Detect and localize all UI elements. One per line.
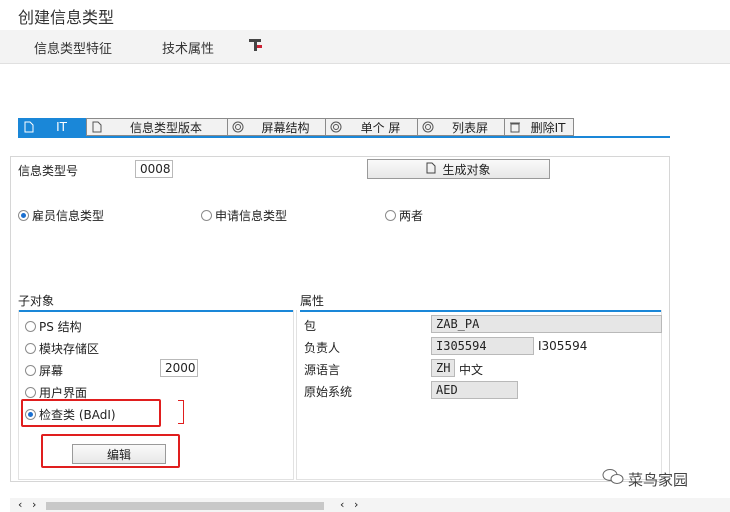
target-icon (420, 121, 436, 133)
attr-label-package: 包 (304, 319, 317, 333)
tab-delete-it[interactable]: 删除IT (504, 118, 574, 136)
tab-underline (18, 136, 670, 138)
tab-single-screen[interactable]: 单个 屏 (325, 118, 417, 136)
tab-it[interactable]: IT (18, 118, 86, 136)
document-icon (21, 121, 37, 133)
technical-attributes-button[interactable]: 技术属性 (162, 38, 214, 57)
scroll-left-icon[interactable]: ‹ (340, 498, 344, 511)
scroll-right-icon[interactable]: › (32, 498, 36, 511)
attr-value-original-system: AED (431, 381, 518, 399)
page-title: 创建信息类型 (18, 8, 115, 27)
hierarchy-icon[interactable] (248, 37, 264, 57)
attributes-header: 属性 (300, 292, 662, 312)
attr-label-original-system: 原始系统 (304, 385, 353, 399)
radio-ps-structure[interactable]: PS 结构 (25, 318, 82, 335)
attr-extra-owner: I305594 (538, 339, 588, 353)
radio-module-pool[interactable]: 模块存储区 (25, 340, 99, 357)
attr-value-owner: I305594 (431, 337, 534, 355)
trash-icon (507, 121, 523, 133)
screen-number-field[interactable]: 2000 (160, 359, 198, 377)
wechat-icon (602, 468, 624, 490)
radio-employee-infotype[interactable]: 雇员信息类型 (18, 207, 104, 224)
infotype-field[interactable]: 0008 (135, 160, 173, 178)
toolbar: 信息类型特征 技术属性 (0, 30, 730, 64)
radio-screen[interactable]: 屏幕 (25, 362, 63, 379)
scroll-thumb[interactable] (46, 502, 324, 510)
target-icon (328, 121, 344, 133)
subobjects-header: 子对象 (18, 292, 294, 312)
scroll-right-icon[interactable]: › (354, 498, 358, 511)
document-icon (89, 121, 105, 133)
document-icon (426, 162, 436, 177)
attr-label-language: 源语言 (304, 363, 341, 377)
attr-extra-language: 中文 (459, 363, 484, 377)
attr-value-language: ZH (431, 359, 455, 377)
horizontal-scrollbar[interactable]: ‹ › ‹ › (10, 498, 730, 512)
selection-bracket (178, 400, 184, 424)
tab-screen-structure[interactable]: 屏幕结构 (227, 118, 325, 136)
radio-applicant-infotype[interactable]: 申请信息类型 (201, 207, 287, 224)
target-icon (230, 121, 246, 133)
tab-list-screen[interactable]: 列表屏 (417, 118, 504, 136)
attr-label-owner: 负责人 (304, 341, 341, 355)
highlight-box-check-class (21, 399, 161, 427)
watermark: 菜鸟家园 (602, 468, 688, 490)
generate-object-button[interactable]: 生成对象 (367, 159, 550, 179)
radio-both[interactable]: 两者 (385, 207, 423, 224)
tab-strip: IT 信息类型版本 屏幕结构 单个 屏 列表屏 删除IT (18, 118, 574, 136)
tab-infotype-version[interactable]: 信息类型版本 (86, 118, 227, 136)
scroll-left-icon[interactable]: ‹ (18, 498, 22, 511)
infotype-label: 信息类型号 (18, 164, 79, 178)
attr-value-package: ZAB_PA (431, 315, 662, 333)
highlight-box-edit (41, 434, 180, 468)
infotype-features-button[interactable]: 信息类型特征 (34, 38, 112, 57)
